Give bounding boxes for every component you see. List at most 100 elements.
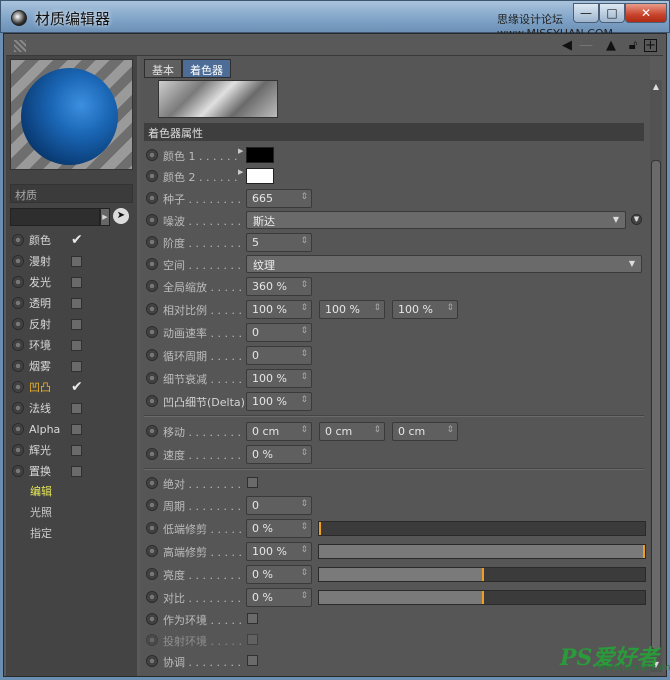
anim-radio[interactable] [146,280,158,292]
brightness-slider[interactable] [318,567,646,582]
vertical-scrollbar[interactable]: ▲ ▼ [650,80,662,672]
lock-icon[interactable]: 🔓︎ [625,38,641,54]
channel-checkbox[interactable] [71,255,82,267]
channel-checkbox[interactable] [71,465,82,477]
scroll-up-icon[interactable]: ▲ [651,82,661,92]
relative-scale-z-field[interactable]: 100 % [392,300,458,319]
channel-item[interactable]: 反射 [12,315,132,333]
low-clip-field[interactable]: 0 % [246,519,312,538]
harmonize-checkbox[interactable] [247,655,258,666]
channel-item[interactable]: 凹凸 ✔ [12,378,132,396]
material-name-input[interactable] [10,208,100,226]
anim-radio[interactable] [146,591,158,603]
channel-checkbox[interactable] [71,423,82,435]
octaves-field[interactable]: 5 [246,233,312,252]
channel-item[interactable]: 置换 [12,462,132,480]
anim-radio[interactable] [146,192,158,204]
checkmark-icon[interactable]: ✔ [71,380,83,394]
channel-checkbox[interactable] [71,360,82,372]
channel-radio[interactable] [12,318,24,330]
seed-field[interactable]: 665 [246,189,312,208]
channel-label[interactable]: 透明 [29,295,71,311]
channel-radio[interactable] [12,360,24,372]
low-clip-slider[interactable] [318,521,646,536]
grip-icon[interactable] [14,40,26,52]
channel-checkbox[interactable] [71,444,82,456]
noise-dropdown[interactable]: 斯达 [246,211,626,229]
project-env-checkbox[interactable] [247,634,258,645]
anim-radio[interactable] [146,425,158,437]
channel-label[interactable]: 发光 [29,274,71,290]
speed-field[interactable]: 0 % [246,445,312,464]
channel-checkbox[interactable] [71,297,82,309]
channel-radio[interactable] [12,297,24,309]
expand-triangle-icon[interactable]: ▶ [238,147,243,155]
channel-item[interactable]: 透明 [12,294,132,312]
channel-checkbox[interactable] [71,402,82,414]
material-preview[interactable] [10,59,133,170]
detail-atten-field[interactable]: 100 % [246,369,312,388]
channel-label[interactable]: 环境 [29,337,71,353]
absolute-checkbox[interactable] [247,477,258,488]
tab-basic[interactable]: 基本 [144,59,182,78]
channel-label[interactable]: 辉光 [29,442,71,458]
up-arrow-icon[interactable]: ▲ [603,38,619,54]
channel-item[interactable]: 法线 [12,399,132,417]
channel-radio[interactable] [12,255,24,267]
subnav-item[interactable]: 编辑 [30,483,52,499]
back-arrow-icon[interactable]: ◀ [559,38,575,54]
anim-radio[interactable] [146,258,158,270]
new-window-icon[interactable]: + [644,39,657,52]
anim-speed-field[interactable]: 0 [246,323,312,342]
contrast-field[interactable]: 0 % [246,588,312,607]
delta-field[interactable]: 100 % [246,392,312,411]
anim-radio[interactable] [146,372,158,384]
channel-radio[interactable] [12,444,24,456]
pick-cursor-icon[interactable]: ➤ [113,208,129,224]
high-clip-slider[interactable] [318,544,646,559]
channel-radio[interactable] [12,276,24,288]
anim-radio[interactable] [146,170,158,182]
channel-radio[interactable] [12,402,24,414]
loop-period-field[interactable]: 0 [246,346,312,365]
anim-radio[interactable] [146,149,158,161]
anim-radio[interactable] [146,303,158,315]
color2-swatch[interactable] [246,168,274,184]
channel-label[interactable]: 反射 [29,316,71,332]
channel-label[interactable]: 法线 [29,400,71,416]
channel-label[interactable]: Alpha [29,423,71,436]
channel-radio[interactable] [12,234,24,246]
channel-item[interactable]: Alpha [12,420,132,438]
anim-radio[interactable] [146,613,158,625]
channel-checkbox[interactable] [71,318,82,330]
channel-radio[interactable] [12,339,24,351]
move-y-field[interactable]: 0 cm [319,422,385,441]
relative-scale-y-field[interactable]: 100 % [319,300,385,319]
anim-radio[interactable] [146,214,158,226]
noise-preview-toggle-icon[interactable]: ▼ [631,214,642,225]
move-z-field[interactable]: 0 cm [392,422,458,441]
minimize-button[interactable]: — [573,3,599,23]
tab-shader[interactable]: 着色器 [182,59,231,78]
anim-radio[interactable] [146,236,158,248]
slider-knob[interactable] [319,522,321,535]
window-titlebar[interactable]: 材质编辑器 思缘设计论坛 www.MISSYUAN.COM — □ ✕ [0,0,670,40]
period-field[interactable]: 0 [246,496,312,515]
channel-item[interactable]: 烟雾 [12,357,132,375]
maximize-button[interactable]: □ [599,3,625,23]
expand-triangle-icon[interactable]: ▶ [238,168,243,176]
checkmark-icon[interactable]: ✔ [71,233,83,247]
relative-scale-x-field[interactable]: 100 % [246,300,312,319]
color1-swatch[interactable] [246,147,274,163]
channel-label[interactable]: 漫射 [29,253,71,269]
channel-item[interactable]: 环境 [12,336,132,354]
anim-radio[interactable] [146,395,158,407]
anim-radio[interactable] [146,655,158,667]
forward-arrow-icon[interactable]: ― [578,38,594,54]
anim-radio[interactable] [146,326,158,338]
anim-radio[interactable] [146,568,158,580]
scrollbar-thumb[interactable] [651,160,661,650]
use-env-checkbox[interactable] [247,613,258,624]
brightness-field[interactable]: 0 % [246,565,312,584]
channel-label[interactable]: 颜色 [29,232,71,248]
